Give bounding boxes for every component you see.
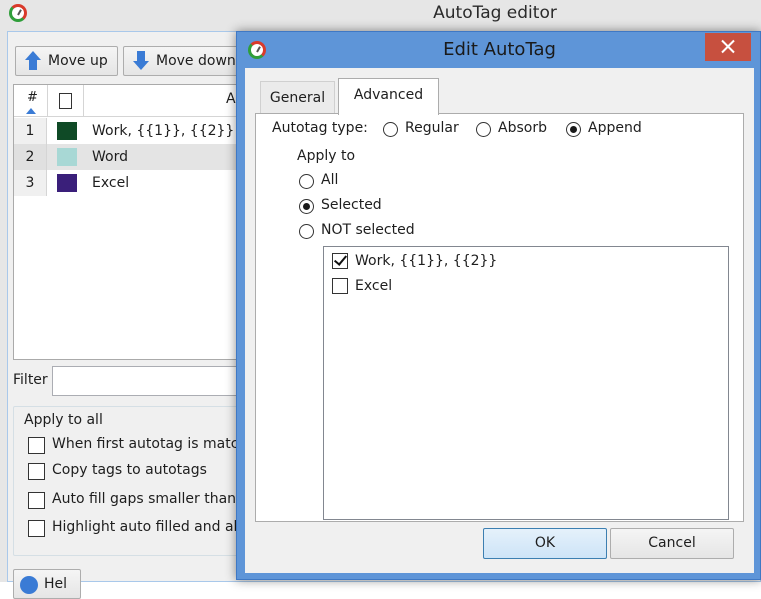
help-button[interactable]: Hel bbox=[13, 569, 81, 599]
row-number: 3 bbox=[14, 170, 47, 196]
move-down-button[interactable]: Move down bbox=[123, 46, 239, 76]
column-header-number[interactable]: # bbox=[14, 85, 48, 117]
main-window-title: AutoTag editor bbox=[433, 3, 557, 23]
edit-autotag-dialog: Edit AutoTag General Advanced Autotag ty… bbox=[236, 31, 761, 580]
tab-advanced[interactable]: Advanced bbox=[338, 78, 439, 115]
column-header-document[interactable] bbox=[48, 85, 84, 117]
radio-append[interactable] bbox=[566, 122, 581, 137]
radio-regular[interactable] bbox=[383, 122, 398, 137]
radio-all[interactable] bbox=[299, 174, 314, 189]
first-autotag-checkbox[interactable] bbox=[28, 437, 45, 454]
filter-label: Filter bbox=[13, 372, 48, 388]
table-row-selected[interactable]: 2 Word bbox=[14, 144, 242, 170]
table-row[interactable]: 1 Work, {{1}}, {{2}} bbox=[14, 118, 242, 144]
radio-selected[interactable] bbox=[299, 199, 314, 214]
radio-not-selected[interactable] bbox=[299, 224, 314, 239]
help-label: Hel bbox=[44, 576, 68, 592]
grid-header: # A bbox=[14, 85, 242, 117]
close-icon bbox=[721, 39, 735, 53]
radio-absorb-label: Absorb bbox=[498, 120, 547, 136]
first-autotag-label: When first autotag is matche bbox=[52, 436, 256, 452]
radio-not-selected-label: NOT selected bbox=[321, 222, 415, 238]
move-up-button[interactable]: Move up bbox=[15, 46, 118, 76]
apply-to-label: Apply to bbox=[297, 148, 356, 164]
auto-fill-gaps-label: Auto fill gaps smaller than bbox=[52, 491, 237, 507]
color-swatch[interactable] bbox=[57, 122, 77, 140]
dialog-title: Edit AutoTag bbox=[443, 39, 556, 60]
color-swatch[interactable] bbox=[57, 174, 77, 192]
row-number: 2 bbox=[14, 144, 47, 170]
copy-tags-checkbox[interactable] bbox=[28, 463, 45, 480]
color-swatch[interactable] bbox=[57, 148, 77, 166]
apply-to-all-label: Apply to all bbox=[20, 412, 107, 428]
row-name: Word bbox=[92, 149, 128, 165]
radio-regular-label: Regular bbox=[405, 120, 459, 136]
row-name: Work, {{1}}, {{2}} bbox=[92, 123, 235, 139]
advanced-tab-panel: Autotag type: Regular Absorb Append Appl… bbox=[255, 113, 744, 522]
arrow-up-icon bbox=[24, 51, 42, 71]
table-row[interactable]: 3 Excel bbox=[14, 170, 242, 196]
highlight-auto-filled-label: Highlight auto filled and abs bbox=[52, 519, 250, 535]
document-icon bbox=[59, 93, 72, 109]
close-button[interactable] bbox=[705, 33, 751, 61]
help-icon bbox=[20, 576, 38, 594]
radio-all-label: All bbox=[321, 172, 339, 188]
row-number: 1 bbox=[14, 118, 47, 144]
copy-tags-label: Copy tags to autotags bbox=[52, 462, 207, 478]
move-up-label: Move up bbox=[48, 53, 108, 69]
checkbox-excel[interactable] bbox=[332, 278, 348, 294]
radio-selected-label: Selected bbox=[321, 197, 382, 213]
column-header-name[interactable]: A bbox=[84, 85, 242, 117]
tab-general[interactable]: General bbox=[260, 81, 335, 114]
autotag-checklist[interactable]: Work, {{1}}, {{2}} Excel bbox=[323, 246, 729, 520]
highlight-auto-filled-checkbox[interactable] bbox=[28, 520, 45, 537]
autotag-type-label: Autotag type: bbox=[272, 120, 368, 136]
checkbox-work[interactable] bbox=[332, 253, 348, 269]
arrow-down-icon bbox=[132, 51, 150, 71]
radio-absorb[interactable] bbox=[476, 122, 491, 137]
move-down-label: Move down bbox=[156, 53, 236, 69]
autotag-grid[interactable]: # A 1 Work, {{1}}, {{2}} 2 Word 3 Excel bbox=[13, 84, 243, 360]
filter-input[interactable] bbox=[52, 366, 252, 396]
checklist-item-work: Work, {{1}}, {{2}} bbox=[355, 253, 498, 269]
main-titlebar: AutoTag editor bbox=[0, 0, 761, 29]
radio-append-label: Append bbox=[588, 120, 642, 136]
auto-fill-gaps-checkbox[interactable] bbox=[28, 492, 45, 509]
sort-ascending-icon bbox=[26, 108, 36, 114]
checklist-item-excel: Excel bbox=[355, 278, 393, 294]
cancel-button[interactable]: Cancel bbox=[610, 528, 734, 559]
dialog-client-area: General Advanced Autotag type: Regular A… bbox=[245, 68, 754, 573]
ok-button[interactable]: OK bbox=[483, 528, 607, 559]
row-name: Excel bbox=[92, 175, 130, 191]
